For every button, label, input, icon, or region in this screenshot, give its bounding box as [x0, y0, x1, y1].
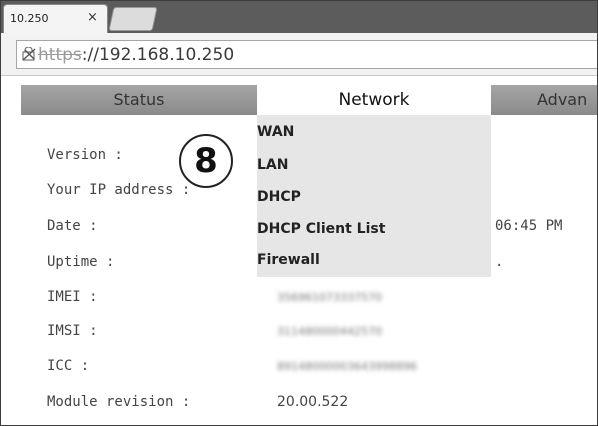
uptime-value: . [495, 254, 504, 270]
main-nav: Status Network Advan [21, 85, 597, 115]
nav-status[interactable]: Status [21, 85, 257, 115]
module-revision-value: 20.00.522 [277, 394, 349, 410]
broken-lock-icon[interactable] [22, 47, 36, 61]
menu-item-lan[interactable]: LAN [257, 157, 288, 173]
tab-title: 10.250 [10, 12, 49, 25]
menu-item-wan[interactable]: WAN [257, 124, 294, 140]
module-revision-label: Module revision : [47, 394, 191, 410]
network-dropdown: WAN LAN DHCP DHCP Client List Firewall [257, 115, 491, 277]
uptime-label: Uptime : [47, 254, 115, 270]
date-label: Date : [47, 218, 98, 234]
nav-network[interactable]: Network [257, 85, 491, 115]
icc-label: ICC : [47, 358, 90, 374]
ip-label: Your IP address : [47, 182, 191, 198]
tab-strip: 10.250 × [1, 1, 597, 34]
menu-item-firewall[interactable]: Firewall [257, 252, 320, 268]
url-scheme: https [38, 45, 82, 65]
date-value: 06:45 PM [495, 218, 563, 234]
new-tab-button[interactable] [108, 7, 158, 31]
icc-value: 89148000003643998896 [277, 360, 417, 373]
version-label: Version : [47, 147, 123, 163]
browser-window: 10.250 × https://192.168.10.250 Status N… [0, 0, 598, 426]
address-bar[interactable]: https://192.168.10.250 [16, 40, 597, 69]
nav-advanced[interactable]: Advan [511, 85, 597, 115]
browser-tab[interactable]: 10.250 × [3, 4, 108, 34]
tab-close-icon[interactable]: × [87, 10, 98, 25]
url-host: ://192.168.10.250 [81, 45, 235, 65]
imsi-label: IMSI : [47, 323, 98, 339]
imsi-value: 311480000442570 [277, 325, 382, 338]
url-text[interactable]: https://192.168.10.250 [38, 45, 234, 65]
menu-item-dhcp[interactable]: DHCP [257, 189, 301, 205]
imei-value: 356961073337570 [277, 291, 382, 304]
callout-number: 8 [194, 141, 218, 181]
menu-item-dhcp-client-list[interactable]: DHCP Client List [257, 221, 385, 237]
callout-badge: 8 [179, 134, 233, 188]
browser-toolbar: https://192.168.10.250 [1, 33, 597, 76]
imei-label: IMEI : [47, 289, 98, 305]
